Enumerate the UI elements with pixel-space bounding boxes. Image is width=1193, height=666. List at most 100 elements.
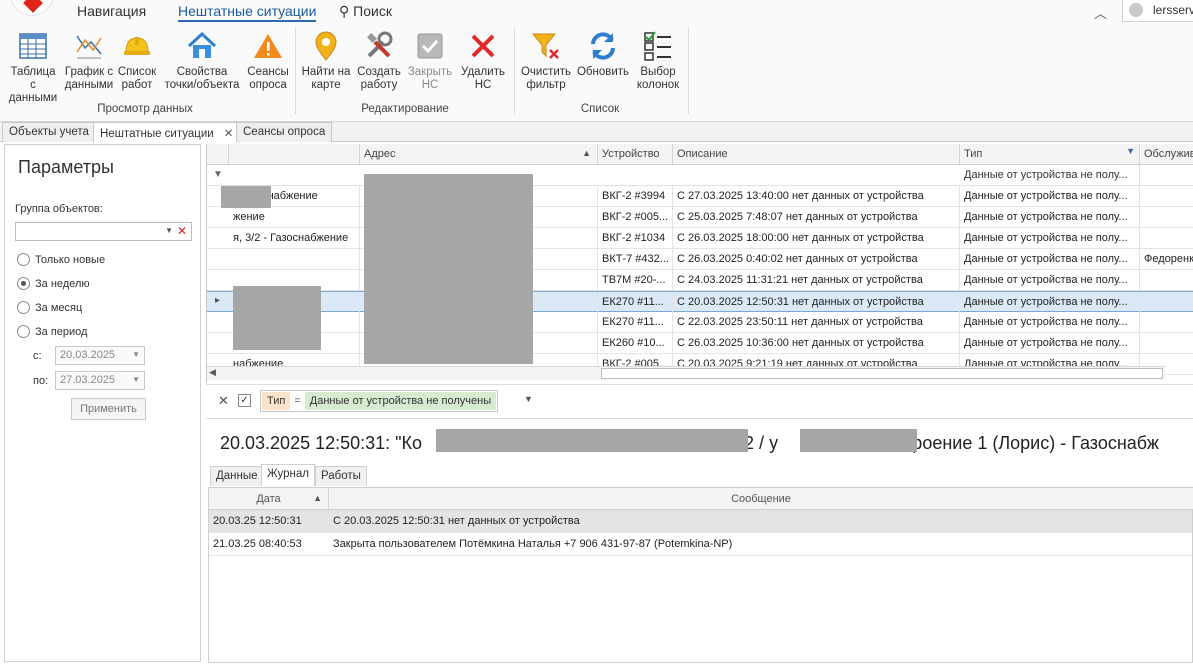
cell-desc: С 26.03.2025 0:40:02 нет данных от устро… — [673, 249, 960, 270]
filter-expression[interactable]: Тип = Данные от устройства не получены — [260, 390, 499, 412]
object-group-combobox[interactable]: ▼ ✕ — [15, 222, 192, 241]
scrollbar-thumb[interactable] — [601, 368, 1163, 379]
radio-month[interactable]: За месяц — [17, 301, 82, 314]
filter-enabled-checkbox[interactable]: ✓ — [238, 394, 251, 407]
ribbon-search[interactable]: ⚲ Поиск — [339, 3, 392, 20]
filter-cell-type[interactable]: Данные от устройства не полу... — [960, 165, 1140, 186]
close-incident-button[interactable]: Закрыть НС — [407, 30, 453, 92]
to-date-label: по: — [33, 375, 49, 387]
column-header-object[interactable] — [229, 144, 360, 165]
close-filter-icon[interactable]: ✕ — [218, 393, 229, 409]
cell-name — [229, 249, 360, 270]
radio-label: Только новые — [35, 254, 106, 266]
sub-tab-works[interactable]: Работы — [315, 466, 367, 486]
columns-button-label-2: колонок — [636, 79, 680, 91]
journal-row[interactable]: 20.03.25 12:50:31 С 20.03.2025 12:50:31 … — [209, 510, 1192, 533]
parameters-title: Параметры — [18, 157, 114, 177]
row-indicator-icon: ▸ — [215, 295, 221, 306]
filter-operator: = — [294, 395, 301, 407]
column-header-description[interactable]: Описание — [673, 144, 960, 165]
cell-type: Данные от устройства не полу... — [960, 207, 1140, 228]
props-button-label-1: Свойства — [176, 66, 228, 78]
cell-device: ВКТ-7 #432... — [598, 249, 673, 270]
doc-tab-incidents[interactable]: Нештатные ситуации ✕ — [93, 122, 241, 143]
filter-funnel-icon: ▼ — [213, 169, 223, 180]
cell-device: ЕК270 #11... — [598, 312, 673, 333]
cell-type: Данные от устройства не полу... — [960, 228, 1140, 249]
group-label-edit: Редактирование — [361, 103, 449, 115]
radio-week[interactable]: За неделю — [17, 277, 90, 290]
table-row[interactable]: - Газоснабжениекий, ул.Т...ВКГ-2 #3994С … — [207, 186, 1193, 207]
to-date-input[interactable]: 27.03.2025 ▼ — [55, 371, 145, 390]
ribbon-tab-incidents[interactable]: Нештатные ситуации — [178, 3, 317, 22]
table-row[interactable]: 0ТВ7М #20-...С 24.03.2025 11:31:21 нет д… — [207, 270, 1193, 291]
table-row[interactable]: жение ВКГ-2 #005... С 25.03.2025 7:48:07 н… — [207, 207, 1193, 228]
radio-label: За период — [35, 326, 88, 338]
object-group-label: Группа объектов: — [15, 203, 103, 215]
journal-header-date[interactable]: Дата ▲ — [209, 488, 329, 510]
map-pin-icon — [310, 30, 342, 62]
sub-tab-data[interactable]: Данные — [210, 466, 264, 486]
radio-only-new[interactable]: Только новые — [17, 253, 105, 266]
scroll-left-icon[interactable]: ◀ — [209, 367, 216, 378]
cell-service — [1140, 312, 1193, 333]
sub-tab-journal[interactable]: Журнал — [261, 464, 315, 486]
user-menu[interactable]: lersservi — [1122, 0, 1193, 22]
close-tab-icon[interactable]: ✕ — [224, 128, 234, 140]
refresh-button[interactable]: Обновить — [576, 30, 630, 79]
create-work-button[interactable]: Создать работу — [355, 30, 403, 92]
clear-x-icon[interactable]: ✕ — [177, 224, 187, 238]
radio-label: За неделю — [35, 278, 90, 290]
column-header-device[interactable]: Устройство — [598, 144, 673, 165]
table-row[interactable]: стр...Садовая,ЕК270 #11...С 22.03.2025 2… — [207, 312, 1193, 333]
radio-circle — [17, 325, 30, 338]
poll-sessions-button[interactable]: Сеансы опроса — [246, 30, 290, 92]
table-with-data-button[interactable]: Таблица с данными — [6, 30, 60, 105]
table-button-label-1: Таблица с — [10, 66, 56, 91]
filter-field: Тип — [262, 392, 291, 410]
props-button-label-2: точки/объекта — [164, 79, 240, 91]
collapse-ribbon-chevron-icon[interactable]: ︿ — [1094, 3, 1107, 22]
filter-dropdown-icon[interactable]: ▼ — [524, 394, 533, 404]
group-separator — [688, 28, 689, 114]
chevron-down-icon[interactable]: ▼ — [165, 226, 173, 235]
works-list-button[interactable]: Список работ — [116, 30, 158, 92]
cell-desc: С 20.03.2025 12:50:31 нет данных от устр… — [673, 292, 960, 313]
doc-tab-label: Объекты учета — [9, 126, 89, 138]
graph-with-data-button[interactable]: График с данными — [64, 30, 114, 92]
parameters-panel: Параметры Группа объектов: ▼ ✕ Только но… — [4, 144, 201, 662]
ribbon-tab-navigation[interactable]: Навигация — [77, 3, 146, 19]
table-row[interactable]: я, 3/2 - ГазоснабжениеЦелевая,ВКГ-2 #103… — [207, 228, 1193, 249]
delete-incident-button[interactable]: Удалить НС — [459, 30, 507, 92]
journal-header-message[interactable]: Сообщение — [329, 488, 1193, 510]
cell-desc: С 24.03.2025 11:31:21 нет данных от устр… — [673, 270, 960, 291]
column-header-type[interactable]: Тип ▼ — [960, 144, 1140, 165]
radio-period[interactable]: За период — [17, 325, 87, 338]
doc-tab-accounting-objects[interactable]: Объекты учета — [2, 122, 96, 142]
object-properties-button[interactable]: Свойства точки/объекта — [162, 30, 242, 92]
graph-button-label-1: График с — [64, 66, 114, 78]
table-row[interactable]: ▸стр...Садовая,ЕК270 #11...С 20.03.2025 … — [207, 291, 1193, 313]
journal-date: 21.03.25 08:40:53 — [213, 538, 302, 550]
table-row[interactable]: Лучко, 12ВКТ-7 #432...С 26.03.2025 0:40:… — [207, 249, 1193, 270]
cell-type: Данные от устройства не полу... — [960, 186, 1140, 207]
chevron-down-icon[interactable]: ▼ — [132, 375, 140, 384]
from-date-value: 20.03.2025 — [60, 349, 116, 361]
redacted-block — [800, 429, 917, 452]
table-row[interactable]: е" п. ...ЕК260 #10...С 26.03.2025 10:36:… — [207, 333, 1193, 354]
chevron-down-icon[interactable]: ▼ — [132, 350, 140, 359]
works-button-label-1: Список — [117, 66, 157, 78]
find-on-map-button[interactable]: Найти на карте — [300, 30, 352, 92]
column-header-address[interactable]: Адрес ▲ — [360, 144, 598, 165]
clear-filter-button[interactable]: Очистить фильтр — [519, 30, 573, 92]
choose-columns-button[interactable]: Выбор колонок — [633, 30, 683, 92]
table-icon — [17, 30, 49, 62]
from-date-input[interactable]: 20.03.2025 ▼ — [55, 346, 145, 365]
apply-button[interactable]: Применить — [71, 398, 146, 420]
column-header-service[interactable]: Обслужив — [1140, 144, 1193, 165]
journal-row[interactable]: 21.03.25 08:40:53 Закрыта пользователем … — [209, 533, 1192, 556]
horizontal-scrollbar[interactable]: ◀ — [207, 366, 1165, 380]
cell-type: Данные от устройства не полу... — [960, 292, 1140, 313]
doc-tab-poll-sessions[interactable]: Сеансы опроса — [236, 122, 333, 142]
column-filter-icon[interactable]: ▼ — [1126, 146, 1135, 156]
